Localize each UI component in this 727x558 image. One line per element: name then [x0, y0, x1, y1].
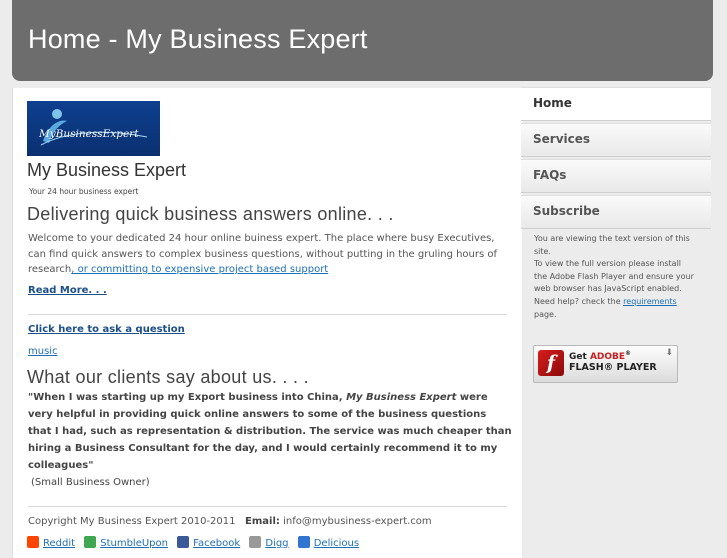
- ask-question-link[interactable]: Click here to ask a question: [28, 324, 185, 335]
- testimonial-author: (Small Business Owner): [31, 477, 150, 488]
- download-arrow-icon: ⬇: [665, 348, 673, 358]
- testimonials-heading: What our clients say about us. . . .: [27, 367, 309, 387]
- facebook-icon: [177, 536, 190, 548]
- footer-divider: [28, 506, 507, 507]
- flash-icon: f: [538, 350, 564, 376]
- site-header: Home - My Business Expert: [12, 0, 713, 81]
- social-link-reddit[interactable]: Reddit: [27, 536, 75, 549]
- music-link[interactable]: music: [28, 346, 58, 357]
- main-content: MyBusinessExpert My Business Expert Your…: [12, 88, 522, 558]
- social-bookmarks: Reddit StumbleUpon Facebook Digg Delicio…: [27, 536, 365, 549]
- logo-text: MyBusinessExpert: [39, 128, 139, 140]
- reddit-icon: [27, 536, 39, 548]
- social-link-facebook[interactable]: Facebook: [177, 536, 240, 549]
- social-link-digg[interactable]: Digg: [249, 536, 289, 549]
- testimonial-quote: "When I was starting up my Export busine…: [28, 389, 512, 491]
- site-title: My Business Expert: [27, 160, 187, 180]
- stumbleupon-icon: [84, 536, 97, 548]
- flash-notice: You are viewing the text version of this…: [534, 234, 694, 319]
- site-tagline: Your 24 hour business expert: [29, 187, 139, 196]
- delicious-icon: [297, 536, 310, 548]
- social-link-stumbleupon[interactable]: StumbleUpon: [84, 536, 168, 549]
- nav-item-services[interactable]: Services: [521, 123, 711, 157]
- footer-copyright: Copyright My Business Expert 2010-2011 E…: [28, 516, 432, 527]
- flash-get-label: Get ADOBE®: [569, 350, 632, 362]
- read-more-link[interactable]: Read More. . .: [28, 285, 107, 296]
- social-link-delicious[interactable]: Delicious: [297, 536, 359, 549]
- logo[interactable]: MyBusinessExpert: [27, 101, 160, 156]
- divider: [28, 314, 507, 315]
- nav-item-faqs[interactable]: FAQs: [521, 159, 711, 193]
- get-flash-player-button[interactable]: f Get ADOBE® FLASH® PLAYER ⬇: [533, 345, 678, 383]
- footer-email: info@mybusiness-expert.com: [283, 516, 432, 527]
- nav-item-subscribe[interactable]: Subscribe: [521, 195, 711, 229]
- flash-player-label: FLASH® PLAYER: [569, 362, 657, 373]
- intro-text: Welcome to your dedicated 24 hour online…: [28, 231, 512, 278]
- intro-link[interactable]: , or committing to expensive project bas…: [71, 264, 328, 275]
- intro-heading: Delivering quick business answers online…: [27, 204, 394, 224]
- sidebar: Home Services FAQs Subscribe You are vie…: [521, 87, 711, 383]
- page-title: Home - My Business Expert: [28, 24, 368, 54]
- requirements-link[interactable]: requirements: [623, 297, 677, 306]
- nav-item-home[interactable]: Home: [521, 87, 711, 121]
- digg-icon: [249, 536, 262, 548]
